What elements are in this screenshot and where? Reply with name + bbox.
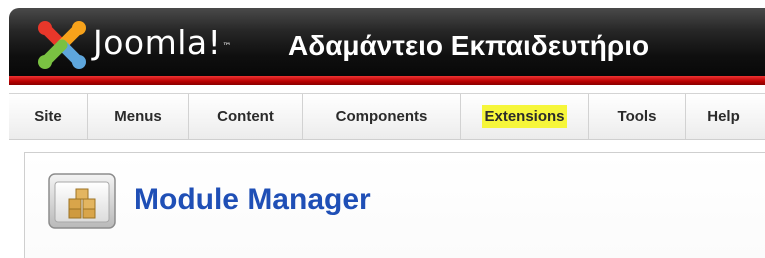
admin-header: Joomla!™ Αδαμάντειο Εκπαιδευτήριο bbox=[9, 8, 765, 85]
brand-text: Joomla! bbox=[93, 23, 222, 62]
joomla-wordmark: Joomla!™ bbox=[93, 23, 232, 63]
header-red-stripe bbox=[9, 76, 765, 85]
menu-site-label: Site bbox=[34, 108, 62, 125]
menu-help[interactable]: Help bbox=[686, 94, 761, 139]
menu-tools[interactable]: Tools bbox=[589, 94, 685, 139]
menu-components-label: Components bbox=[335, 108, 428, 125]
menu-content[interactable]: Content bbox=[189, 94, 302, 139]
joomla-logo-icon bbox=[38, 21, 86, 69]
main-menu-bar: Site Menus Content Components Extensions… bbox=[9, 93, 765, 140]
menu-extensions-label: Extensions bbox=[482, 105, 567, 128]
menu-tools-label: Tools bbox=[617, 108, 657, 125]
menu-components[interactable]: Components bbox=[303, 94, 460, 139]
menu-menus-label: Menus bbox=[114, 108, 162, 125]
menu-content-label: Content bbox=[217, 108, 274, 125]
menu-extensions[interactable]: Extensions bbox=[461, 94, 588, 139]
page-title: Module Manager bbox=[134, 183, 371, 216]
menu-menus[interactable]: Menus bbox=[88, 94, 188, 139]
menu-site[interactable]: Site bbox=[9, 94, 87, 139]
trademark-mark: ™ bbox=[222, 42, 232, 52]
menu-help-label: Help bbox=[707, 108, 740, 125]
module-manager-icon bbox=[48, 173, 116, 229]
site-name: Αδαμάντειο Εκπαιδευτήριο bbox=[288, 30, 650, 61]
